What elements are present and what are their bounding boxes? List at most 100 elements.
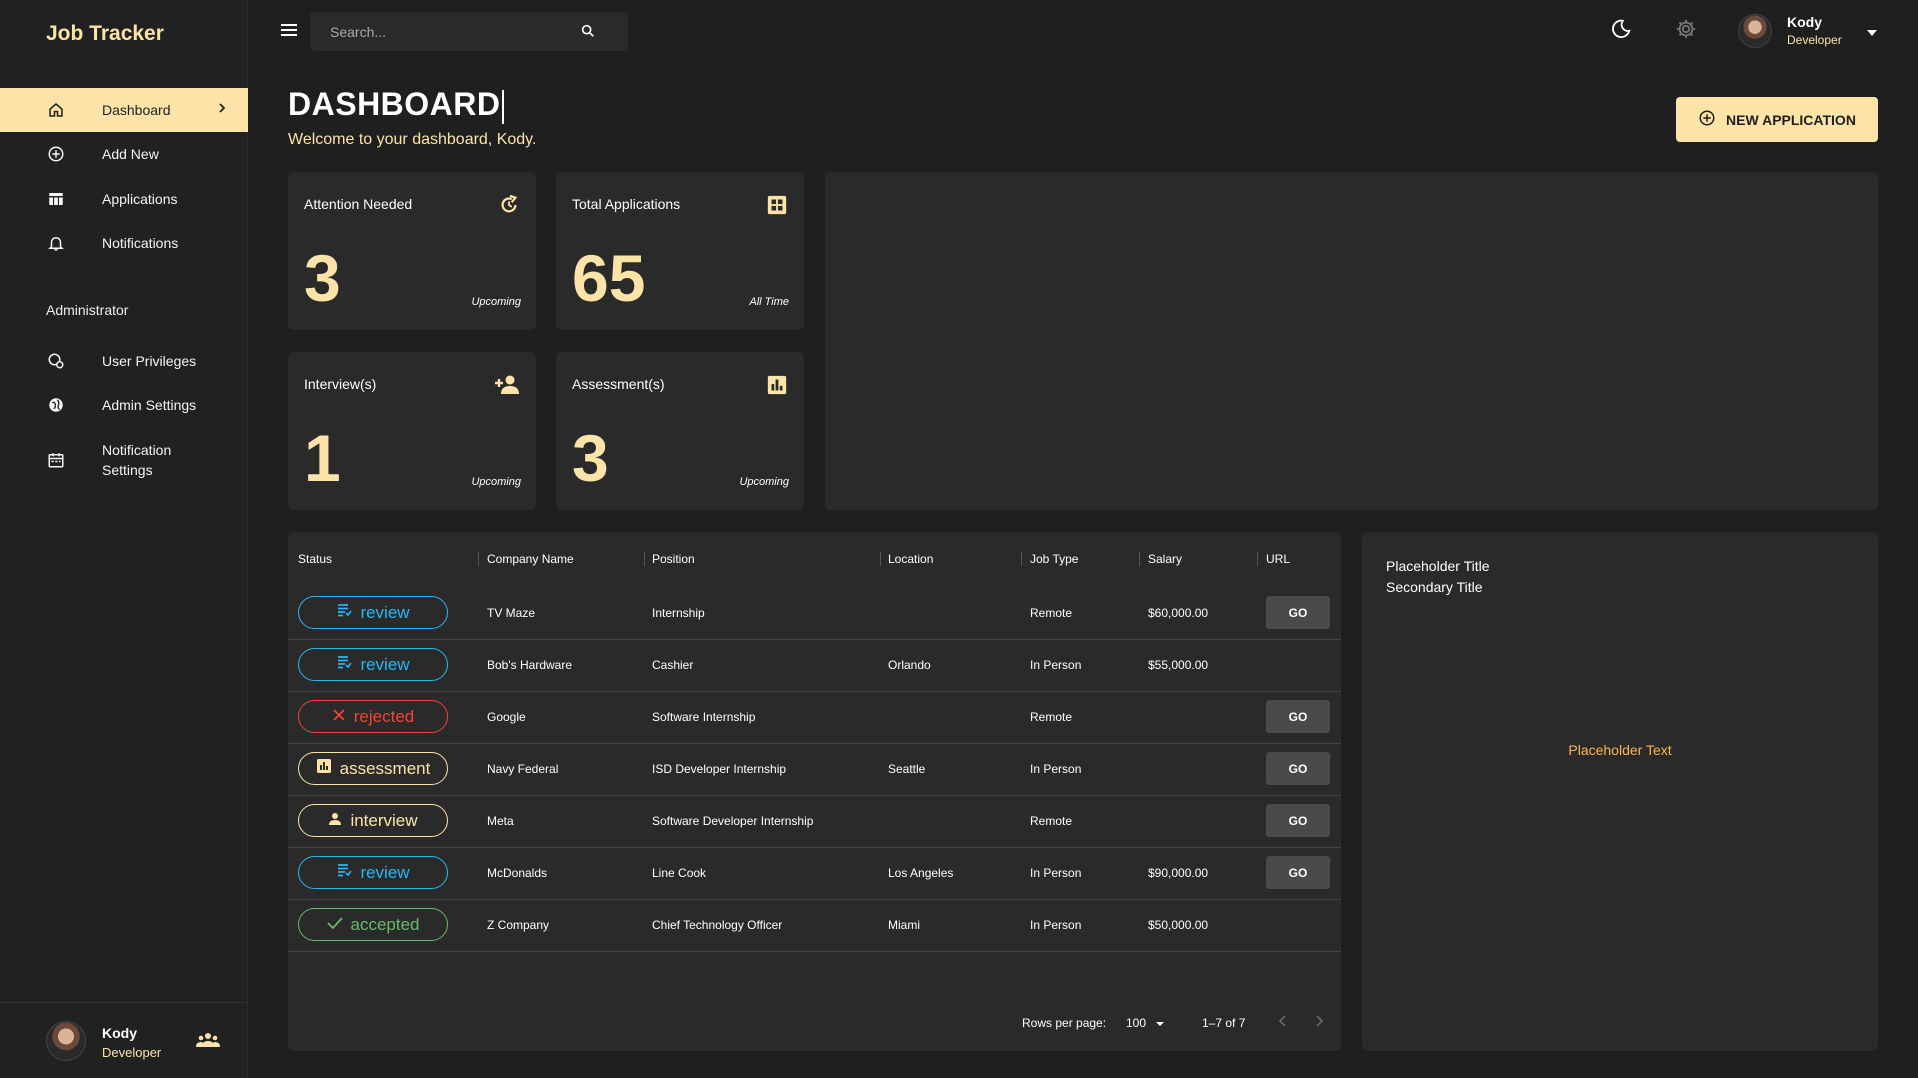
stat-footnote: All Time (749, 296, 789, 308)
group-icon[interactable] (196, 1031, 220, 1054)
column-header-job-type[interactable]: Job Type (1030, 552, 1078, 566)
gear-icon[interactable] (1675, 18, 1697, 45)
cell-salary: $90,000.00 (1148, 866, 1209, 880)
sidebar-item-label-line2: Settings (102, 462, 153, 478)
status-badge[interactable]: assessment (298, 752, 448, 785)
page-subtitle: Welcome to your dashboard, Kody. (288, 131, 537, 148)
stat-value: 1 (304, 421, 341, 495)
sidebar-item-notifications[interactable]: Notifications (0, 221, 248, 265)
sidebar: Job Tracker Dashboard Add New Applicatio… (0, 0, 248, 1078)
status-badge[interactable]: accepted (298, 908, 448, 941)
table-row[interactable]: review Bob's Hardware Cashier Orlando In… (288, 640, 1341, 692)
footer-user-role: Developer (102, 1045, 162, 1060)
sidebar-item-applications[interactable]: Applications (0, 177, 248, 221)
go-button[interactable]: GO (1266, 700, 1330, 733)
chevron-right-icon[interactable] (1314, 1014, 1324, 1031)
stat-value: 3 (572, 421, 609, 495)
cell-job-type: Remote (1030, 606, 1073, 620)
rows-per-page-select[interactable]: 100 (1126, 1016, 1165, 1030)
menu-icon[interactable] (280, 22, 298, 43)
table-row[interactable]: review TV Maze Internship Remote $60,000… (288, 588, 1341, 640)
sidebar-item-admin-settings[interactable]: Admin Settings (0, 383, 248, 427)
search-input[interactable] (330, 12, 570, 51)
topbar-user-role: Developer (1787, 33, 1842, 47)
cell-location: Orlando (888, 658, 931, 672)
column-header-company[interactable]: Company Name (487, 552, 574, 566)
new-application-button[interactable]: NEW APPLICATION (1676, 97, 1878, 142)
applications-table: Status Company Name Position Location Jo… (288, 532, 1341, 1051)
stat-footnote: Upcoming (739, 476, 789, 488)
refresh-icon (498, 194, 520, 221)
check-icon (326, 915, 343, 935)
placeholder-panel: Placeholder Title Secondary Title Placeh… (1362, 532, 1878, 1051)
sidebar-item-notification-settings[interactable]: Notification Settings (0, 437, 248, 483)
column-header-location[interactable]: Location (888, 552, 933, 566)
table-row[interactable]: accepted Z Company Chief Technology Offi… (288, 900, 1341, 952)
sidebar-item-user-privileges[interactable]: User Privileges (0, 339, 248, 383)
cell-position: Line Cook (652, 866, 707, 880)
cell-company: McDonalds (487, 866, 548, 880)
table-row[interactable]: rejected Google Software Internship Remo… (288, 692, 1341, 744)
cell-salary: $55,000.00 (1148, 658, 1209, 672)
stat-title: Assessment(s) (572, 376, 665, 392)
stat-title: Attention Needed (304, 196, 413, 212)
chevron-down-icon (1155, 1016, 1165, 1030)
avatar[interactable] (1738, 14, 1772, 48)
grid-icon (766, 194, 788, 221)
status-badge[interactable]: rejected (298, 700, 448, 733)
go-button[interactable]: GO (1266, 752, 1330, 785)
person-icon (328, 811, 342, 831)
cell-position: Software Internship (652, 710, 756, 724)
search-icon[interactable] (580, 23, 596, 44)
column-header-url[interactable]: URL (1266, 552, 1290, 566)
chevron-down-icon[interactable] (1866, 24, 1878, 42)
table-row[interactable]: interview Meta Software Developer Intern… (288, 796, 1341, 848)
topbar-user-name: Kody (1787, 14, 1822, 30)
panel-text: Placeholder Text (1568, 742, 1672, 758)
avatar[interactable] (46, 1021, 86, 1061)
sidebar-item-add-new[interactable]: Add New (0, 132, 248, 176)
dark-mode-icon[interactable] (1610, 18, 1632, 45)
stat-card-interviews: Interview(s) 1 Upcoming (288, 352, 536, 510)
stat-value: 65 (572, 241, 646, 315)
status-badge[interactable]: interview (298, 804, 448, 837)
user-privileges-icon (45, 350, 67, 372)
section-label-admin: Administrator (46, 302, 129, 318)
table-row[interactable]: review McDonalds Line Cook Los Angeles I… (288, 848, 1341, 900)
column-header-position[interactable]: Position (652, 552, 695, 566)
globe-icon (45, 394, 67, 416)
column-header-salary[interactable]: Salary (1148, 552, 1182, 566)
stat-title: Interview(s) (304, 376, 377, 392)
sidebar-footer: Kody Developer (0, 1002, 248, 1078)
cell-position: ISD Developer Internship (652, 762, 787, 776)
home-icon (45, 99, 67, 121)
status-badge[interactable]: review (298, 856, 448, 889)
cell-position: Internship (652, 606, 705, 620)
cell-salary: $60,000.00 (1148, 606, 1209, 620)
calendar-icon (45, 449, 67, 471)
person-add-icon (494, 374, 520, 401)
table-row[interactable]: assessment Navy Federal ISD Developer In… (288, 744, 1341, 796)
sidebar-item-label: Notifications (102, 235, 179, 251)
cell-company: Navy Federal (487, 762, 559, 776)
cell-position: Chief Technology Officer (652, 918, 783, 932)
status-badge[interactable]: review (298, 648, 448, 681)
app-brand[interactable]: Job Tracker (46, 22, 164, 46)
add-circle-icon (1698, 109, 1716, 130)
go-button[interactable]: GO (1266, 804, 1330, 837)
review-icon (336, 862, 353, 883)
panel-title: Placeholder Title (1386, 558, 1490, 574)
sidebar-item-dashboard[interactable]: Dashboard (0, 88, 248, 132)
go-button[interactable]: GO (1266, 596, 1330, 629)
close-icon (332, 707, 346, 727)
pagination-range: 1–7 of 7 (1202, 1016, 1246, 1030)
stat-footnote: Upcoming (471, 296, 521, 308)
go-button[interactable]: GO (1266, 856, 1330, 889)
chevron-left-icon[interactable] (1278, 1014, 1288, 1031)
add-circle-icon (45, 143, 67, 165)
cell-job-type: In Person (1030, 762, 1082, 776)
stat-title: Total Applications (572, 196, 681, 212)
status-badge[interactable]: review (298, 596, 448, 629)
column-header-status[interactable]: Status (298, 552, 332, 566)
bell-icon (45, 232, 67, 254)
